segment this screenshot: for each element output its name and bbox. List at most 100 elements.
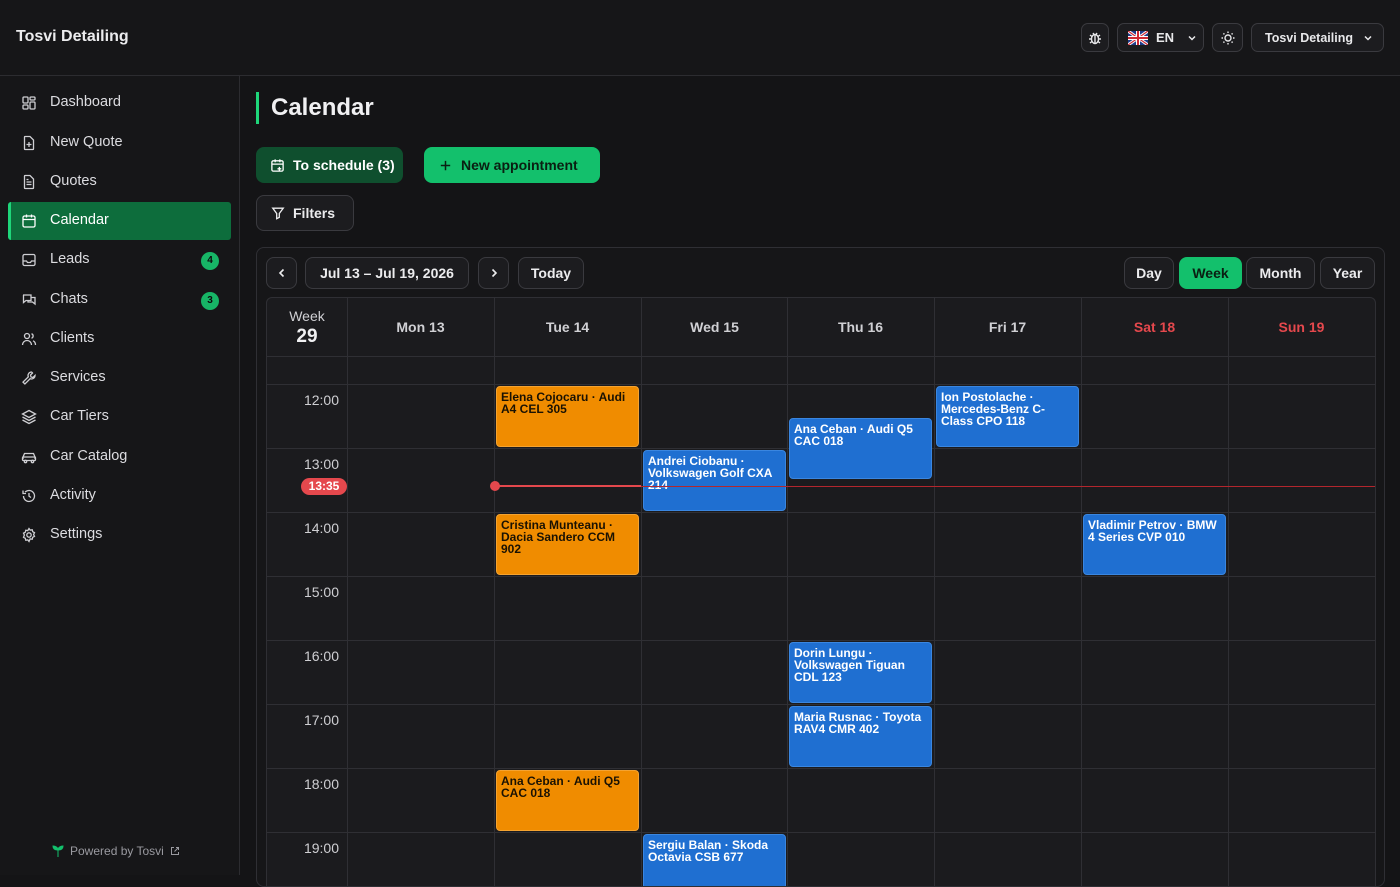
chats-count-badge: 3	[201, 292, 219, 310]
language-select[interactable]: EN	[1117, 23, 1204, 52]
row-divider	[267, 640, 1375, 641]
sidebar-item-chats[interactable]: Chats 3	[8, 281, 231, 319]
sidebar-item-quotes[interactable]: Quotes	[8, 163, 231, 201]
brand-name[interactable]: Tosvi Detailing	[16, 28, 129, 46]
filters-button[interactable]: Filters	[256, 195, 354, 231]
day-header[interactable]: Wed 15	[641, 298, 788, 356]
column-divider	[1228, 298, 1229, 886]
sidebar-item-label: Chats	[50, 291, 88, 307]
sidebar-item-car-catalog[interactable]: Car Catalog	[8, 438, 231, 476]
current-time-segment	[495, 485, 641, 487]
column-divider	[934, 298, 935, 886]
appointment-event[interactable]: Elena Cojocaru · Audi A4 CEL 305	[496, 386, 639, 447]
column-divider	[641, 298, 642, 886]
day-header[interactable]: Sun 19	[1228, 298, 1375, 356]
sidebar-item-label: Car Catalog	[50, 448, 128, 464]
view-day-button[interactable]: Day	[1124, 257, 1174, 289]
time-label: 12:00	[303, 392, 339, 408]
time-label: 18:00	[303, 776, 339, 792]
time-label: 19:00	[303, 840, 339, 856]
sidebar-item-activity[interactable]: Activity	[8, 477, 231, 515]
today-button[interactable]: Today	[518, 257, 584, 289]
appointment-event[interactable]: Ion Postolache · Mercedes-Benz C-Class C…	[936, 386, 1079, 447]
day-header[interactable]: Tue 14	[494, 298, 641, 356]
dashboard-icon	[22, 96, 36, 110]
view-week-button[interactable]: Week	[1179, 257, 1242, 289]
row-divider	[267, 704, 1375, 705]
appointment-event[interactable]: Vladimir Petrov · BMW 4 Series CVP 010	[1083, 514, 1226, 575]
account-name: Tosvi Detailing	[1265, 30, 1353, 45]
column-divider	[787, 298, 788, 886]
appointment-event[interactable]: Sergiu Balan · Skoda Octavia CSB 677	[643, 834, 786, 886]
day-header[interactable]: Fri 17	[934, 298, 1081, 356]
sidebar-item-label: Calendar	[50, 212, 109, 228]
sidebar-item-label: New Quote	[50, 134, 123, 150]
sidebar-item-label: Leads	[50, 251, 90, 267]
main-content: Calendar To schedule (3) New appointment…	[241, 77, 1400, 887]
row-divider	[267, 384, 1375, 385]
sidebar-item-label: Dashboard	[50, 94, 121, 110]
sidebar-item-services[interactable]: Services	[8, 359, 231, 397]
prev-week-button[interactable]	[266, 257, 297, 289]
file-plus-icon	[23, 135, 35, 151]
layers-icon	[21, 409, 37, 425]
account-menu-button[interactable]: Tosvi Detailing	[1251, 23, 1384, 52]
day-header[interactable]: Mon 13	[347, 298, 494, 356]
calendar-panel: Jul 13 – Jul 19, 2026 Today Day Week Mon…	[256, 247, 1385, 887]
sidebar-item-clients[interactable]: Clients	[8, 320, 231, 358]
chat-icon	[22, 294, 36, 306]
sun-icon	[1221, 31, 1234, 44]
theme-toggle-button[interactable]	[1212, 23, 1243, 52]
bug-report-button[interactable]	[1081, 23, 1109, 52]
day-header[interactable]: Thu 16	[787, 298, 934, 356]
sidebar-item-dashboard[interactable]: Dashboard	[8, 84, 231, 122]
date-range-picker[interactable]: Jul 13 – Jul 19, 2026	[305, 257, 469, 289]
week-number: 29	[296, 326, 318, 347]
inbox-icon	[22, 253, 36, 267]
page-title: Calendar	[256, 92, 374, 124]
chevron-down-icon	[1188, 35, 1196, 41]
gear-icon	[22, 527, 36, 543]
appointment-event[interactable]: Ana Ceban · Audi Q5 CAC 018	[496, 770, 639, 831]
row-divider	[267, 512, 1375, 513]
day-header[interactable]: Sat 18	[1081, 298, 1228, 356]
week-grid: Week 29 Mon 13 Tue 14 Wed 15 Thu 16 Fri 17 Sa…	[266, 297, 1376, 886]
external-link-icon	[170, 847, 179, 855]
appointment-event[interactable]: Andrei Ciobanu · Volkswagen Golf CXA 214	[643, 450, 786, 511]
column-divider	[347, 298, 348, 886]
row-divider	[267, 768, 1375, 769]
time-label: 16:00	[303, 648, 339, 664]
powered-by-link[interactable]: Powered by Tosvi	[52, 844, 180, 858]
appointment-event[interactable]: Cristina Munteanu · Dacia Sandero CCM 90…	[496, 514, 639, 575]
plus-icon	[440, 160, 451, 170]
sidebar-item-leads[interactable]: Leads 4	[8, 241, 231, 279]
new-appointment-button[interactable]: New appointment	[424, 147, 600, 183]
to-schedule-label: To schedule (3)	[293, 157, 395, 173]
column-divider	[1081, 298, 1082, 886]
row-divider	[267, 832, 1375, 833]
sidebar-item-car-tiers[interactable]: Car Tiers	[8, 398, 231, 436]
sidebar-item-label: Quotes	[50, 173, 97, 189]
tosvi-logo-icon	[52, 845, 64, 857]
sidebar-item-calendar[interactable]: Calendar	[8, 202, 231, 240]
users-icon	[21, 332, 37, 346]
view-month-button[interactable]: Month	[1246, 257, 1315, 289]
row-divider	[267, 576, 1375, 577]
view-year-button[interactable]: Year	[1320, 257, 1375, 289]
to-schedule-button[interactable]: To schedule (3)	[256, 147, 403, 183]
appointment-event[interactable]: Dorin Lungu · Volkswagen Tiguan CDL 123	[789, 642, 932, 703]
appointment-event[interactable]: Maria Rusnac · Toyota RAV4 CMR 402	[789, 706, 932, 767]
file-text-icon	[23, 174, 35, 190]
next-week-button[interactable]	[478, 257, 509, 289]
leads-count-badge: 4	[201, 252, 219, 270]
sidebar-item-label: Services	[50, 369, 106, 385]
filters-label: Filters	[293, 205, 336, 221]
sidebar-item-new-quote[interactable]: New Quote	[8, 124, 231, 162]
uk-flag-icon	[1128, 30, 1148, 45]
current-time-dot	[490, 481, 500, 491]
sidebar-item-settings[interactable]: Settings	[8, 516, 231, 554]
appointment-event[interactable]: Ana Ceban · Audi Q5 CAC 018	[789, 418, 932, 479]
sidebar-item-label: Clients	[50, 330, 95, 346]
time-label: 14:00	[303, 520, 339, 536]
chevron-left-icon	[278, 268, 284, 278]
